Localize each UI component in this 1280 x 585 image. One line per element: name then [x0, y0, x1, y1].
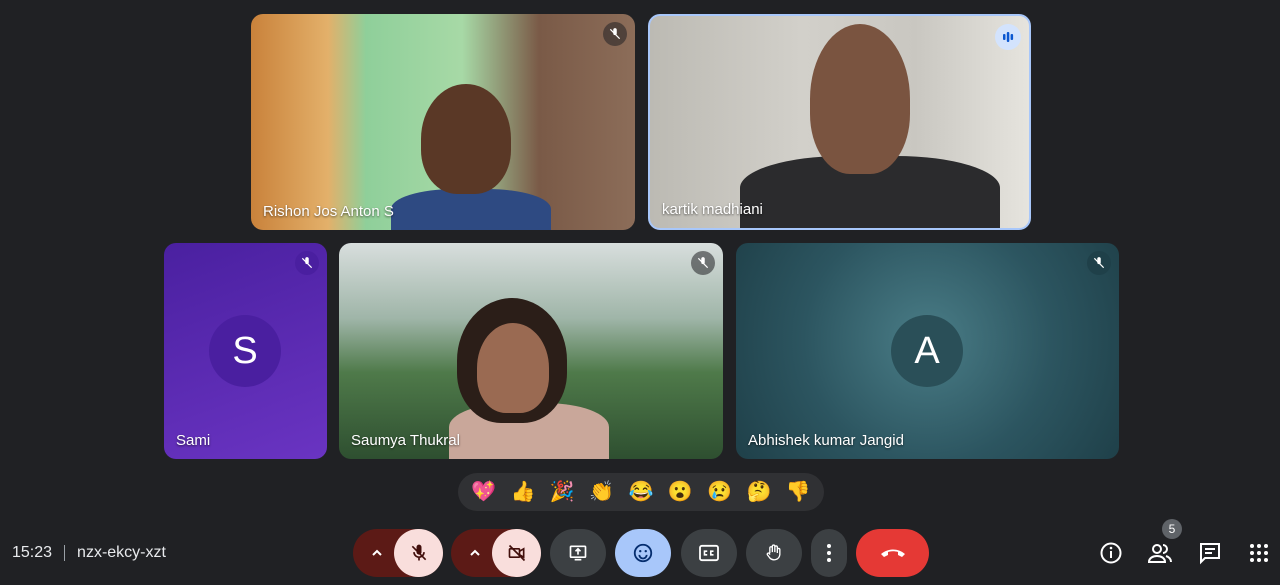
- reaction-thumbs-down[interactable]: 👎: [786, 482, 811, 502]
- reaction-party[interactable]: 🎉: [550, 482, 575, 502]
- avatar-initial: A: [914, 329, 940, 372]
- chat-icon: [1200, 543, 1220, 565]
- audio-level-icon: [995, 24, 1021, 50]
- reaction-sad[interactable]: 😢: [707, 482, 732, 502]
- mic-off-icon: [691, 251, 715, 275]
- participant-name: Rishon Jos Anton S: [263, 203, 394, 220]
- video-options-button[interactable]: [455, 529, 495, 577]
- present-screen-icon: [569, 545, 587, 561]
- camera-toggle-button[interactable]: [492, 529, 541, 577]
- grid-icon: [1250, 544, 1268, 562]
- mic-off-icon: [411, 544, 426, 561]
- people-button[interactable]: [1146, 539, 1174, 567]
- participant-tile-saumya[interactable]: Saumya Thukral: [339, 243, 723, 459]
- raise-hand-icon: [766, 544, 781, 561]
- audio-options-button[interactable]: [357, 529, 397, 577]
- mic-off-icon: [603, 22, 627, 46]
- participant-name: Saumya Thukral: [351, 432, 460, 449]
- more-vert-icon: [827, 544, 831, 562]
- meeting-time: 15:23: [12, 544, 53, 561]
- participant-name: Sami: [176, 432, 211, 449]
- people-count-badge: 5: [1162, 519, 1182, 539]
- meeting-details-button[interactable]: [1097, 539, 1125, 567]
- video-person-face: [477, 323, 549, 413]
- chat-button[interactable]: [1196, 539, 1224, 567]
- video-person-body: [391, 189, 551, 230]
- leave-call-button[interactable]: [856, 529, 929, 577]
- info-icon: [1100, 542, 1122, 564]
- reaction-clap[interactable]: 👏: [589, 482, 614, 502]
- reaction-surprised[interactable]: 😮: [668, 482, 693, 502]
- reaction-laugh[interactable]: 😂: [629, 482, 654, 502]
- mic-off-icon: [295, 251, 319, 275]
- meeting-info: 15:23 nzx-ekcy-xzt: [12, 544, 166, 562]
- people-icon: [1147, 544, 1172, 563]
- more-options-button[interactable]: [811, 529, 847, 577]
- participant-tile-sami[interactable]: S Sami: [164, 243, 327, 459]
- video-person-head: [421, 84, 511, 194]
- reactions-button[interactable]: [615, 529, 671, 577]
- mic-off-icon: [1087, 251, 1111, 275]
- present-button[interactable]: [550, 529, 606, 577]
- participant-name: Abhishek kumar Jangid: [748, 432, 904, 449]
- divider: [64, 545, 66, 561]
- avatar: A: [891, 315, 963, 387]
- camera-off-icon: [508, 544, 525, 562]
- avatar: S: [209, 315, 281, 387]
- reactions-bar: 💖 👍 🎉 👏 😂 😮 😢 🤔 👎: [458, 473, 824, 511]
- closed-captions-icon: [699, 544, 719, 562]
- meeting-code: nzx-ekcy-xzt: [77, 544, 166, 561]
- video-person-head: [810, 24, 910, 174]
- chevron-up-icon: [372, 549, 382, 556]
- participant-tile-kartik[interactable]: kartik madhiani: [648, 14, 1031, 230]
- participant-name: kartik madhiani: [662, 201, 763, 218]
- reaction-heart[interactable]: 💖: [471, 482, 496, 502]
- chevron-up-icon: [470, 549, 480, 556]
- activities-button[interactable]: [1245, 539, 1273, 567]
- mic-toggle-button[interactable]: [394, 529, 443, 577]
- emoji-icon: [633, 543, 653, 563]
- captions-button[interactable]: [681, 529, 737, 577]
- raise-hand-button[interactable]: [746, 529, 802, 577]
- call-end-icon: [880, 549, 905, 557]
- participant-tile-abhishek[interactable]: A Abhishek kumar Jangid: [736, 243, 1119, 459]
- participant-tile-rishon[interactable]: Rishon Jos Anton S: [251, 14, 635, 230]
- avatar-initial: S: [232, 329, 258, 372]
- reaction-thinking[interactable]: 🤔: [747, 482, 772, 502]
- reaction-thumbs-up[interactable]: 👍: [511, 482, 536, 502]
